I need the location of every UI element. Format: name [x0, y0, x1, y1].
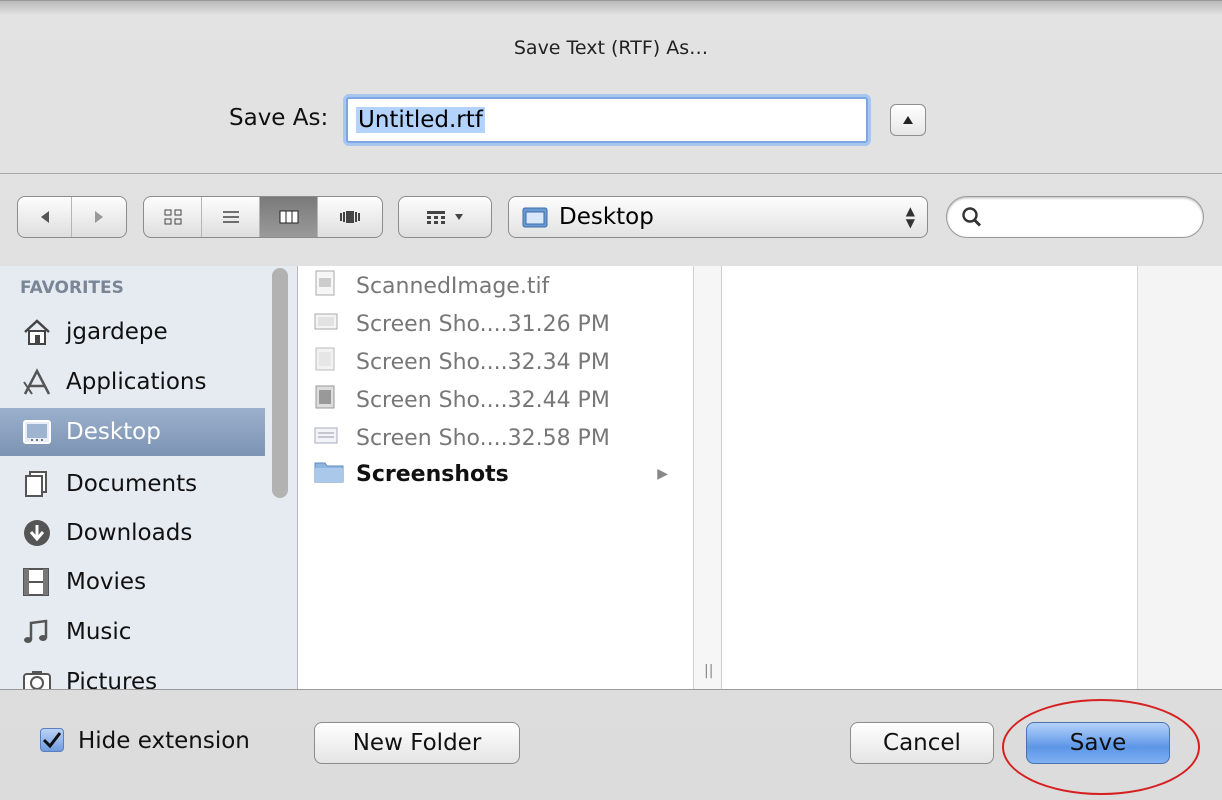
sidebar-item-label: Applications	[66, 369, 207, 395]
file-name: Screen Sho....32.58 PM	[356, 425, 610, 451]
back-forward-control	[17, 196, 127, 238]
sidebar-item-label: Movies	[66, 569, 147, 595]
icon-view-icon	[164, 209, 181, 225]
coverflow-view-button[interactable]	[318, 197, 382, 237]
collapse-dialog-button[interactable]	[890, 104, 926, 136]
annotation-circle	[1002, 699, 1200, 795]
hide-extension-label[interactable]: Hide extension	[78, 728, 250, 754]
forward-arrow-icon	[95, 211, 103, 223]
sidebar-item-applications[interactable]: Applications	[0, 358, 265, 406]
folder-name: Screenshots	[356, 461, 509, 487]
view-mode-control	[143, 196, 383, 238]
music-icon	[22, 618, 66, 646]
file-item[interactable]: ScannedImage.tif	[314, 268, 684, 304]
popup-arrows-icon: ▲ ▼	[905, 204, 915, 230]
checkmark-icon	[42, 732, 62, 749]
sidebar-item-label: Pictures	[66, 669, 158, 689]
sidebar-item-documents[interactable]: Documents	[0, 460, 265, 508]
divider	[0, 173, 1222, 174]
column-view-icon	[279, 210, 298, 224]
search-field[interactable]	[946, 196, 1204, 238]
favorites-heading: FAVORITES	[20, 278, 124, 298]
column-resize-strip[interactable]	[694, 266, 722, 689]
filename-value[interactable]: Untitled.rtf	[356, 107, 485, 133]
arrange-icon	[427, 211, 445, 224]
file-item[interactable]: Screen Sho....32.34 PM	[314, 344, 684, 380]
arrange-cell[interactable]	[399, 197, 491, 237]
save-dialog: Save Text (RTF) As… Save As: Untitled.rt…	[0, 0, 1222, 800]
column-resize-grip-icon[interactable]: ||	[704, 663, 713, 679]
dialog-title: Save Text (RTF) As…	[513, 37, 709, 59]
folder-item[interactable]: Screenshots ▶	[314, 456, 684, 492]
file-name: Screen Sho....32.34 PM	[356, 349, 610, 375]
home-icon	[22, 318, 66, 346]
file-item[interactable]: Screen Sho....32.58 PM	[314, 420, 684, 456]
arrange-button[interactable]	[398, 196, 492, 238]
file-column: ScannedImage.tif Screen Sho....31.26 PM …	[298, 266, 694, 689]
sidebar-item-home[interactable]: jgardepe	[0, 308, 265, 356]
sidebar-item-label: Desktop	[66, 419, 161, 445]
image-file-icon	[314, 270, 356, 302]
pictures-icon	[22, 669, 66, 689]
icon-view-button[interactable]	[144, 197, 202, 237]
sidebar-item-label: Music	[66, 619, 132, 645]
file-name: Screen Sho....32.44 PM	[356, 387, 610, 413]
coverflow-view-icon	[340, 211, 360, 223]
title-bar-shade	[0, 1, 1222, 15]
preview-column	[722, 266, 1138, 689]
cancel-button[interactable]: Cancel	[850, 722, 994, 764]
location-popup[interactable]: Desktop ▲ ▼	[508, 196, 928, 238]
list-view-button[interactable]	[202, 197, 260, 237]
new-folder-button[interactable]: New Folder	[314, 722, 520, 764]
divider	[0, 689, 1222, 690]
desktop-folder-icon	[522, 207, 548, 228]
disclosure-arrow-icon: ▶	[657, 466, 668, 482]
search-icon	[962, 207, 982, 227]
sidebar-item-label: jgardepe	[66, 319, 168, 345]
movies-icon	[22, 567, 66, 597]
save-as-label: Save As:	[229, 105, 329, 131]
screenshot-file-icon	[314, 311, 356, 337]
file-item[interactable]: Screen Sho....31.26 PM	[314, 306, 684, 342]
sidebar-item-label: Documents	[66, 471, 198, 497]
forward-button[interactable]	[72, 197, 126, 237]
file-name: ScannedImage.tif	[356, 273, 550, 299]
applications-icon	[22, 368, 66, 396]
file-name: Screen Sho....31.26 PM	[356, 311, 610, 337]
downloads-icon	[22, 518, 66, 548]
triangle-up-icon	[903, 116, 913, 124]
chevron-down-icon	[455, 214, 463, 220]
desktop-icon	[22, 419, 66, 445]
empty-column	[1138, 266, 1222, 689]
sidebar: FAVORITES jgardepe Applications Desktop …	[0, 266, 298, 689]
sidebar-scrollbar[interactable]	[272, 268, 288, 498]
sidebar-item-label: Downloads	[66, 520, 193, 546]
sidebar-item-movies[interactable]: Movies	[0, 558, 265, 606]
sidebar-item-downloads[interactable]: Downloads	[0, 509, 265, 557]
back-arrow-icon	[40, 211, 49, 223]
file-item[interactable]: Screen Sho....32.44 PM	[314, 382, 684, 418]
sidebar-item-desktop[interactable]: Desktop	[0, 408, 265, 456]
screenshot-file-icon	[314, 425, 356, 451]
hide-extension-checkbox[interactable]	[40, 728, 64, 752]
back-button[interactable]	[18, 197, 72, 237]
documents-icon	[22, 470, 66, 498]
screenshot-file-icon	[314, 385, 356, 415]
sidebar-item-pictures[interactable]: Pictures	[0, 658, 265, 689]
list-view-icon	[222, 211, 239, 223]
location-label: Desktop	[559, 204, 654, 230]
sidebar-item-music[interactable]: Music	[0, 608, 265, 656]
screenshot-file-icon	[314, 347, 356, 377]
folder-icon	[314, 459, 356, 489]
filename-field[interactable]: Untitled.rtf	[346, 97, 868, 143]
column-view-button[interactable]	[260, 197, 318, 237]
